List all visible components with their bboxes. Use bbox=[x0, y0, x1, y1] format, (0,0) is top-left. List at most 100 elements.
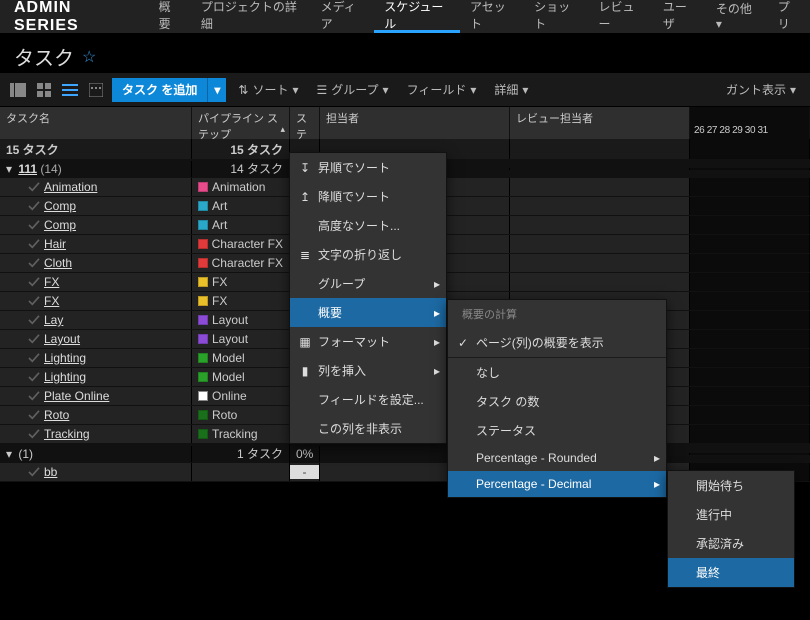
menu-item[interactable]: 高度なソート... bbox=[290, 211, 446, 240]
summary-total-2: 15 タスク bbox=[192, 139, 290, 159]
menu-item-icon: ↧ bbox=[298, 161, 312, 175]
menu-item[interactable]: ▮列を挿入▸ bbox=[290, 356, 446, 385]
menu-item[interactable]: ↧ 昇順でソート bbox=[290, 153, 446, 182]
menu-item[interactable]: Percentage - Decimal ▸ bbox=[448, 471, 666, 497]
view-rows-icon[interactable] bbox=[60, 80, 80, 100]
menu-item-label: 概要 bbox=[318, 304, 342, 321]
details-menu[interactable]: 詳細 ▾ bbox=[488, 77, 534, 103]
chevron-right-icon: ▸ bbox=[434, 306, 440, 320]
gantt-view-menu[interactable]: ガント表示 ▾ bbox=[720, 77, 802, 103]
nav-tab[interactable]: アセット bbox=[460, 0, 524, 33]
page-title-bar: タスク ☆ bbox=[0, 34, 810, 73]
nav-tab[interactable]: プロジェクトの詳細 bbox=[191, 0, 311, 33]
menu-item[interactable]: 進行中 bbox=[668, 500, 794, 529]
fields-menu[interactable]: フィールド ▾ bbox=[401, 77, 483, 103]
menu-item-label: Percentage - Rounded bbox=[476, 451, 597, 465]
menu-item-icon: ▮ bbox=[298, 364, 312, 378]
favorite-star-icon[interactable]: ☆ bbox=[82, 47, 96, 67]
gantt-date-header: 26 27 28 29 30 31 bbox=[690, 107, 810, 139]
menu-item[interactable]: この列を非表示 bbox=[290, 414, 446, 443]
nav-tab[interactable]: メディア bbox=[311, 0, 375, 33]
menu-item-label: Percentage - Decimal bbox=[476, 477, 591, 491]
menu-item-label: 最終 bbox=[696, 564, 720, 581]
group-menu[interactable]: ☰ グループ ▾ bbox=[310, 77, 394, 103]
add-task-button[interactable]: タスク を追加 ▾ bbox=[112, 78, 226, 102]
view-grid-icon[interactable] bbox=[34, 80, 54, 100]
menu-item[interactable]: 概要 ▸ bbox=[290, 298, 446, 327]
check-icon: ✓ bbox=[456, 336, 470, 350]
view-list-icon[interactable] bbox=[8, 80, 28, 100]
details-label: 詳細 bbox=[494, 81, 518, 98]
menu-item-icon: ↥ bbox=[298, 190, 312, 204]
chevron-right-icon: ▸ bbox=[434, 364, 440, 378]
group-row[interactable]: ▾ (1)1 タスク0% bbox=[0, 444, 810, 463]
sort-asc-icon: ▴ bbox=[280, 124, 285, 135]
col-assignee[interactable]: 担当者 bbox=[320, 107, 510, 139]
nav-tab[interactable]: レビュー bbox=[588, 0, 652, 33]
menu-item-label: 開始待ち bbox=[696, 477, 744, 494]
menu-item-label: 降順でソート bbox=[318, 188, 390, 205]
menu-item[interactable]: ≣ 文字の折り返し bbox=[290, 240, 446, 269]
gantt-view-label: ガント表示 bbox=[726, 81, 786, 98]
nav-tab[interactable]: 概要 bbox=[149, 0, 191, 33]
nav-tab[interactable]: その他 ▾ bbox=[706, 0, 768, 33]
nav-tab[interactable]: プリ bbox=[768, 0, 810, 33]
menu-item-label: 承認済み bbox=[696, 535, 744, 552]
menu-item-label: なし bbox=[476, 364, 500, 381]
nav-tab[interactable]: ユーザ bbox=[653, 0, 706, 33]
summary-total: 15 タスク bbox=[0, 139, 192, 159]
fields-label: フィールド bbox=[407, 81, 467, 98]
menu-item-label: 文字の折り返し bbox=[318, 246, 402, 263]
sort-menu[interactable]: ⇅ ソート ▾ bbox=[232, 77, 304, 103]
menu-item[interactable]: タスク の数 bbox=[448, 387, 666, 416]
chevron-right-icon: ▸ bbox=[434, 277, 440, 291]
top-nav: ADMIN SERIES 概要プロジェクトの詳細メディアスケジュールアセットショ… bbox=[0, 0, 810, 34]
menu-item-label: ページ(列)の概要を表示 bbox=[476, 334, 604, 351]
nav-tabs: 概要プロジェクトの詳細メディアスケジュールアセットショットレビューユーザその他 … bbox=[149, 0, 810, 33]
menu-item-label: 高度なソート... bbox=[318, 217, 400, 234]
add-task-dropdown[interactable]: ▾ bbox=[207, 78, 226, 102]
menu-item[interactable]: ステータス bbox=[448, 416, 666, 445]
col-pipeline[interactable]: パイプライン ステップ ▴ bbox=[192, 107, 290, 139]
menu-item-label: グループ bbox=[318, 275, 365, 292]
summary-submenu[interactable]: 概要の計算 ✓ ページ(列)の概要を表示なしタスク の数ステータス Percentag… bbox=[447, 299, 667, 498]
percentage-decimal-submenu[interactable]: 開始待ち進行中承認済み最終 bbox=[667, 470, 795, 588]
col-status[interactable]: ステータス bbox=[290, 107, 320, 139]
menu-item[interactable]: ▦ フォーマット ▸ bbox=[290, 327, 446, 356]
menu-item-label: フィールドを設定... bbox=[318, 391, 424, 408]
menu-item[interactable]: フィールドを設定... bbox=[290, 385, 446, 414]
brand-title: ADMIN SERIES bbox=[0, 0, 149, 35]
menu-header: 概要の計算 bbox=[448, 300, 666, 328]
menu-item[interactable]: 承認済み bbox=[668, 529, 794, 558]
menu-item[interactable]: Percentage - Rounded▸ bbox=[448, 445, 666, 471]
menu-item[interactable]: 開始待ち bbox=[668, 471, 794, 500]
menu-item-label: 昇順でソート bbox=[318, 159, 390, 176]
group-icon: ☰ bbox=[316, 83, 327, 97]
col-reviewer[interactable]: レビュー担当者 bbox=[510, 107, 690, 139]
chevron-right-icon: ▸ bbox=[654, 477, 660, 491]
col-task[interactable]: タスク名 bbox=[0, 107, 192, 139]
menu-item[interactable]: なし bbox=[448, 358, 666, 387]
menu-item-label: 進行中 bbox=[696, 506, 732, 523]
sort-label: ソート bbox=[252, 81, 288, 98]
nav-tab[interactable]: ショット bbox=[524, 0, 588, 33]
chevron-right-icon: ▸ bbox=[434, 335, 440, 349]
sort-icon: ⇅ bbox=[238, 83, 248, 97]
menu-item[interactable]: 最終 bbox=[668, 558, 794, 587]
column-context-menu[interactable]: ↧昇順でソート↥降順でソート高度なソート...≣文字の折り返しグループ▸概要▸▦… bbox=[289, 152, 447, 444]
group-label: グループ bbox=[331, 81, 378, 98]
menu-item-label: タスク の数 bbox=[476, 393, 539, 410]
menu-item-label: ステータス bbox=[476, 422, 536, 439]
menu-item[interactable]: ✓ ページ(列)の概要を表示 bbox=[448, 328, 666, 357]
menu-item[interactable]: ↥ 降順でソート bbox=[290, 182, 446, 211]
add-task-label: タスク を追加 bbox=[112, 81, 207, 98]
menu-item-icon: ▦ bbox=[298, 335, 312, 349]
view-calendar-icon[interactable] bbox=[86, 80, 106, 100]
col-pipeline-label: パイプライン ステップ bbox=[198, 113, 278, 139]
menu-item-icon: ≣ bbox=[298, 248, 312, 262]
page-title: タスク bbox=[14, 42, 74, 71]
menu-item-label: フォーマット bbox=[318, 333, 390, 350]
menu-item[interactable]: グループ ▸ bbox=[290, 269, 446, 298]
nav-tab[interactable]: スケジュール bbox=[374, 0, 460, 33]
toolbar: タスク を追加 ▾ ⇅ ソート ▾ ☰ グループ ▾ フィールド ▾ 詳細 ▾ … bbox=[0, 73, 810, 107]
